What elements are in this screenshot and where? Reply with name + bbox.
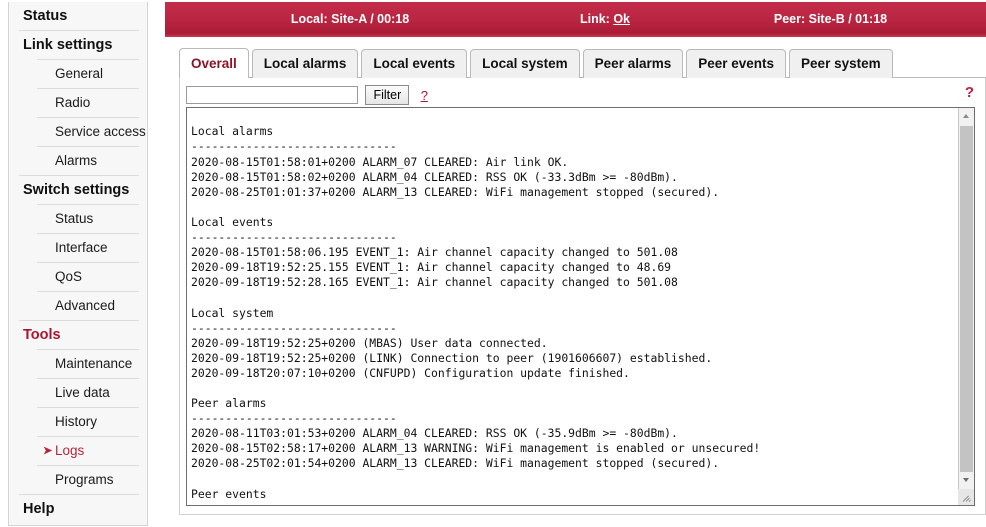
sidebar-nav: Status Link settings General Radio Service a… — [8, 2, 148, 526]
sidebar-group-label: Status — [23, 8, 68, 24]
status-link: Link: Ok — [535, 2, 675, 37]
sidebar-group-status[interactable]: Status — [9, 2, 147, 30]
sidebar-item-label: QoS — [55, 269, 83, 284]
status-link-label: Link: — [579, 12, 610, 26]
filter-row: Filter ? — [186, 85, 428, 105]
tab-peer-system[interactable]: Peer system — [789, 49, 893, 78]
logs-page: Status Link settings General Radio Service a… — [0, 0, 986, 527]
status-peer: Peer: Site-B / 01:18 — [773, 12, 888, 26]
sidebar-item-label: Status — [55, 211, 94, 226]
scroll-up-arrow-icon[interactable] — [959, 108, 974, 124]
status-banner: Local: Site-A / 00:18 Link: Ok Peer: Sit… — [165, 2, 986, 37]
sidebar-item-label: Logs — [55, 443, 85, 458]
filter-input[interactable] — [186, 86, 358, 104]
sidebar-item-label: Alarms — [55, 153, 98, 168]
tab-bar: Overall Local alarms Local events Local sys… — [179, 48, 986, 78]
sidebar-group-label: Help — [23, 501, 55, 517]
tab-overall[interactable]: Overall — [179, 48, 249, 78]
log-viewer: Local alarms ---------------------------… — [186, 107, 975, 506]
sidebar-item-maintenance[interactable]: Maintenance — [9, 350, 147, 378]
scrollbar-thumb[interactable] — [960, 126, 973, 486]
tab-peer-alarms[interactable]: Peer alarms — [582, 49, 684, 78]
sidebar-item-status[interactable]: Status — [9, 205, 147, 233]
sidebar-item-label: Radio — [55, 95, 91, 110]
sidebar-item-label: Live data — [55, 385, 110, 400]
sidebar-item-label: General — [55, 66, 104, 81]
page-help-icon[interactable]: ? — [965, 84, 974, 101]
sidebar-item-service-access[interactable]: Service access — [9, 118, 147, 146]
sidebar-item-label: History — [55, 414, 98, 429]
log-scrollbar[interactable] — [958, 108, 974, 505]
filter-help-link[interactable]: ? — [421, 88, 428, 103]
sidebar-item-qos[interactable]: QoS — [9, 263, 147, 291]
sidebar-item-history[interactable]: History — [9, 408, 147, 436]
resize-grip-icon[interactable] — [958, 489, 974, 505]
sidebar-group-label: Switch settings — [23, 182, 130, 198]
status-local: Local: Site-A / 00:18 — [290, 12, 410, 26]
status-link-state-link[interactable]: Ok — [613, 12, 630, 26]
filter-button[interactable]: Filter — [365, 85, 410, 105]
tab-local-system[interactable]: Local system — [470, 49, 580, 78]
sidebar-item-live-data[interactable]: Live data — [9, 379, 147, 407]
sidebar-item-label: Maintenance — [55, 356, 133, 371]
sidebar-group-label: Tools — [23, 327, 61, 343]
scroll-down-arrow-glyph — [963, 478, 969, 482]
sidebar-item-programs[interactable]: Programs — [9, 466, 147, 494]
tab-peer-events[interactable]: Peer events — [686, 49, 787, 78]
sidebar-group-help[interactable]: Help — [9, 495, 147, 523]
sidebar-item-radio[interactable]: Radio — [9, 89, 147, 117]
sidebar-item-advanced[interactable]: Advanced — [9, 292, 147, 320]
sidebar-item-label: Interface — [55, 240, 108, 255]
scroll-down-arrow-icon[interactable] — [959, 472, 974, 488]
sidebar-group-switch-settings[interactable]: Switch settings — [9, 176, 147, 204]
sidebar-item-label: Programs — [55, 472, 114, 487]
scroll-up-arrow-glyph — [963, 114, 969, 118]
main-area: Local: Site-A / 00:18 Link: Ok Peer: Sit… — [165, 0, 986, 527]
sidebar-item-general[interactable]: General — [9, 60, 147, 88]
sidebar-item-alarms[interactable]: Alarms — [9, 147, 147, 175]
content-panel: Filter ? ? Local alarms ----------------… — [179, 78, 986, 515]
tab-local-alarms[interactable]: Local alarms — [251, 49, 359, 78]
sidebar-group-label: Link settings — [23, 37, 113, 53]
tab-local-events[interactable]: Local events — [361, 49, 468, 78]
active-item-arrow-icon: ➤ — [43, 445, 53, 457]
sidebar-group-link-settings[interactable]: Link settings — [9, 31, 147, 59]
sidebar-item-logs[interactable]: ➤ Logs — [9, 437, 147, 465]
log-text-content[interactable]: Local alarms ---------------------------… — [187, 119, 959, 505]
sidebar-item-label: Advanced — [55, 298, 116, 313]
sidebar-group-tools[interactable]: Tools — [9, 321, 147, 349]
sidebar-item-interface[interactable]: Interface — [9, 234, 147, 262]
sidebar-item-label: Service access — [55, 124, 146, 139]
